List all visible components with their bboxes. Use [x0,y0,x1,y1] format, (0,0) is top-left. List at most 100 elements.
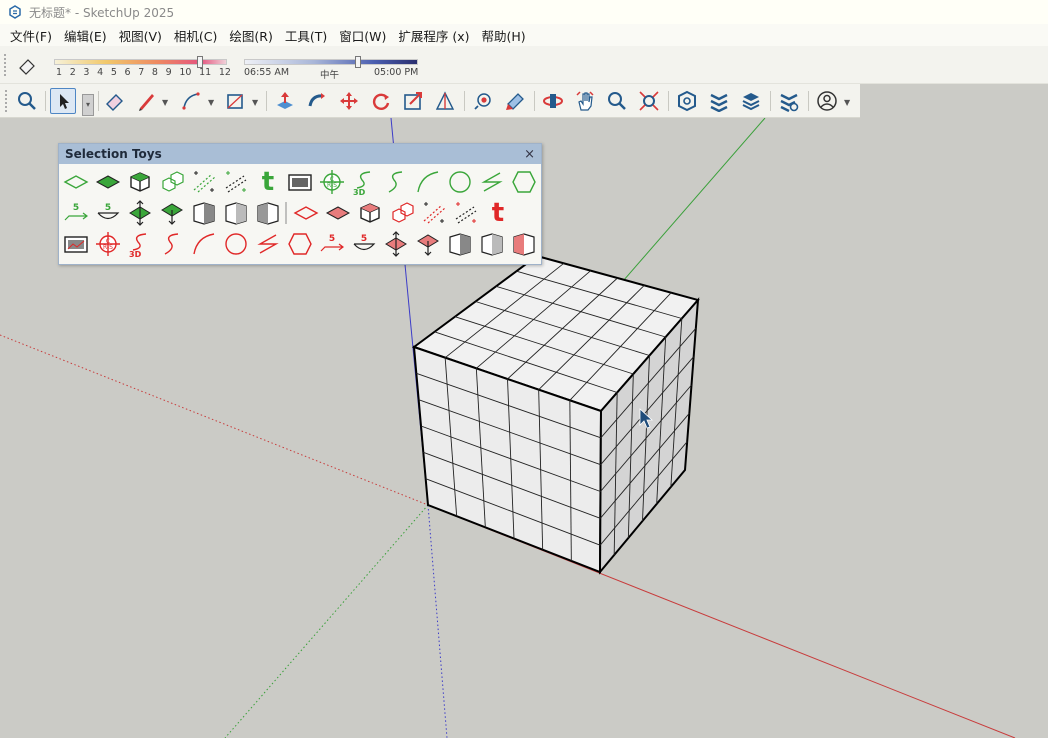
svg-text:R-S: R-S [327,182,337,189]
deselect-polygons-icon[interactable] [286,231,314,257]
deselect-vertical-faces-icon[interactable] [382,231,410,257]
arc-dropdown-icon[interactable]: ▼ [208,98,214,107]
account-dropdown-icon[interactable]: ▼ [844,98,850,107]
select-3d-curves-icon[interactable]: 3D [350,169,378,195]
pencil-line-icon[interactable] [134,88,160,114]
menu-help[interactable]: 帮助(H) [476,26,532,45]
deselect-face-normal-icon[interactable] [414,231,442,257]
deselect-construction-icon[interactable] [452,200,480,226]
deselect-arcs-icon[interactable] [190,231,218,257]
deselect-faces-reverse-icon[interactable] [510,231,538,257]
rotate-icon[interactable] [368,88,394,114]
texture-icon[interactable] [502,88,528,114]
select-polygons-icon[interactable] [510,169,538,195]
menu-file[interactable]: 文件(F) [4,26,58,45]
deselect-section-planes-icon[interactable]: C R-S [94,231,122,257]
offset-icon[interactable] [432,88,458,114]
extension-warehouse-icon[interactable] [674,88,700,114]
eraser-icon[interactable] [102,88,128,114]
deselect-faces-5-icon[interactable]: 5 [350,231,378,257]
follow-me-icon[interactable] [304,88,330,114]
shape-dropdown-icon[interactable]: ▼ [252,98,258,107]
select-arrow-icon[interactable] [50,88,76,114]
deselect-components-icon[interactable] [388,200,416,226]
arc-icon[interactable] [178,88,204,114]
scale-icon[interactable] [400,88,426,114]
deselect-curves-icon[interactable] [158,231,186,257]
deselect-groups-icon[interactable] [356,200,384,226]
window-title: 无标题* - SketchUp 2025 [29,5,175,20]
preferences-icon[interactable] [776,88,802,114]
deselect-3d-curves-icon[interactable]: 3D [126,231,154,257]
close-icon[interactable]: × [524,147,535,162]
shadow-toolbar: 1 2 3 4 5 6 7 8 9 10 11 12 06:55 AM 中午 0… [0,46,1048,84]
select-polylines-icon[interactable] [478,169,506,195]
select-components-icon[interactable] [158,169,186,195]
deselect-images-icon[interactable] [62,231,90,257]
svg-text:5: 5 [361,234,367,244]
layers-icon[interactable] [706,88,732,114]
styles-icon[interactable] [738,88,764,114]
menu-extensions[interactable]: 扩展程序 (x) [392,26,475,45]
deselect-guides-icon[interactable] [420,200,448,226]
select-faces-reverse-icon[interactable] [254,200,282,226]
select-faces-icon[interactable] [62,169,90,195]
time-slider[interactable] [244,56,418,68]
select-edges-5-icon[interactable]: 5 [62,200,90,226]
blue-axis-negative [427,504,448,738]
select-dropdown-icon[interactable]: ▾ [82,94,94,116]
select-construction-icon[interactable] [222,169,250,195]
deselect-faces-icon[interactable] [292,200,320,226]
menu-edit[interactable]: 编辑(E) [58,26,113,45]
zoom-icon[interactable] [604,88,630,114]
select-images-icon[interactable] [286,169,314,195]
zoom-extents-icon[interactable] [14,88,40,114]
select-circles-icon[interactable] [446,169,474,195]
selection-toys-title: Selection Toys [65,147,162,161]
pan-hand-icon[interactable] [572,88,598,114]
move-icon[interactable] [336,88,362,114]
select-back-faces-icon[interactable] [222,200,250,226]
account-icon[interactable] [814,88,840,114]
toolbar-grip[interactable] [5,90,7,112]
selection-toys-header[interactable]: Selection Toys × [59,144,541,164]
select-curves-icon[interactable] [382,169,410,195]
month-slider[interactable] [54,56,227,68]
select-arcs-icon[interactable] [414,169,442,195]
toolbar-separator [534,91,535,111]
month-label: 10 [179,67,192,78]
deselect-polylines-icon[interactable] [254,231,282,257]
select-vertical-faces-icon[interactable] [126,200,154,226]
select-groups-icon[interactable] [126,169,154,195]
select-face-normal-icon[interactable] [158,200,186,226]
time-slider-thumb[interactable] [355,56,361,68]
orbit-icon[interactable] [540,88,566,114]
deselect-circles-icon[interactable] [222,231,250,257]
rectangle-icon[interactable] [222,88,248,114]
select-text-icon[interactable]: t [254,169,282,195]
line-dropdown-icon[interactable]: ▼ [162,98,168,107]
menu-draw[interactable]: 绘图(R) [223,26,278,45]
select-guides-icon[interactable] [190,169,218,195]
month-label: 8 [151,67,158,78]
deselect-edges-5-icon[interactable]: 5 [318,231,346,257]
select-faces-5-icon[interactable]: 5 [94,200,122,226]
select-front-faces-icon[interactable] [190,200,218,226]
toolbar-separator [45,91,46,111]
zoom-window-icon[interactable] [636,88,662,114]
select-section-planes-icon[interactable]: C R-S [318,169,346,195]
menu-view[interactable]: 视图(V) [113,26,168,45]
toys-separator [284,200,288,226]
shadow-toggle-icon[interactable] [16,54,38,76]
deselect-front-faces-icon[interactable] [446,231,474,257]
menu-tools[interactable]: 工具(T) [279,26,333,45]
menu-camera[interactable]: 相机(C) [168,26,223,45]
select-faces-filled-icon[interactable] [94,169,122,195]
deselect-text-icon[interactable]: t [484,200,512,226]
menu-window[interactable]: 窗口(W) [333,26,392,45]
paint-bucket-icon[interactable] [470,88,496,114]
deselect-faces-filled-icon[interactable] [324,200,352,226]
push-pull-icon[interactable] [272,88,298,114]
toolbar-grip[interactable] [4,54,6,76]
deselect-back-faces-icon[interactable] [478,231,506,257]
